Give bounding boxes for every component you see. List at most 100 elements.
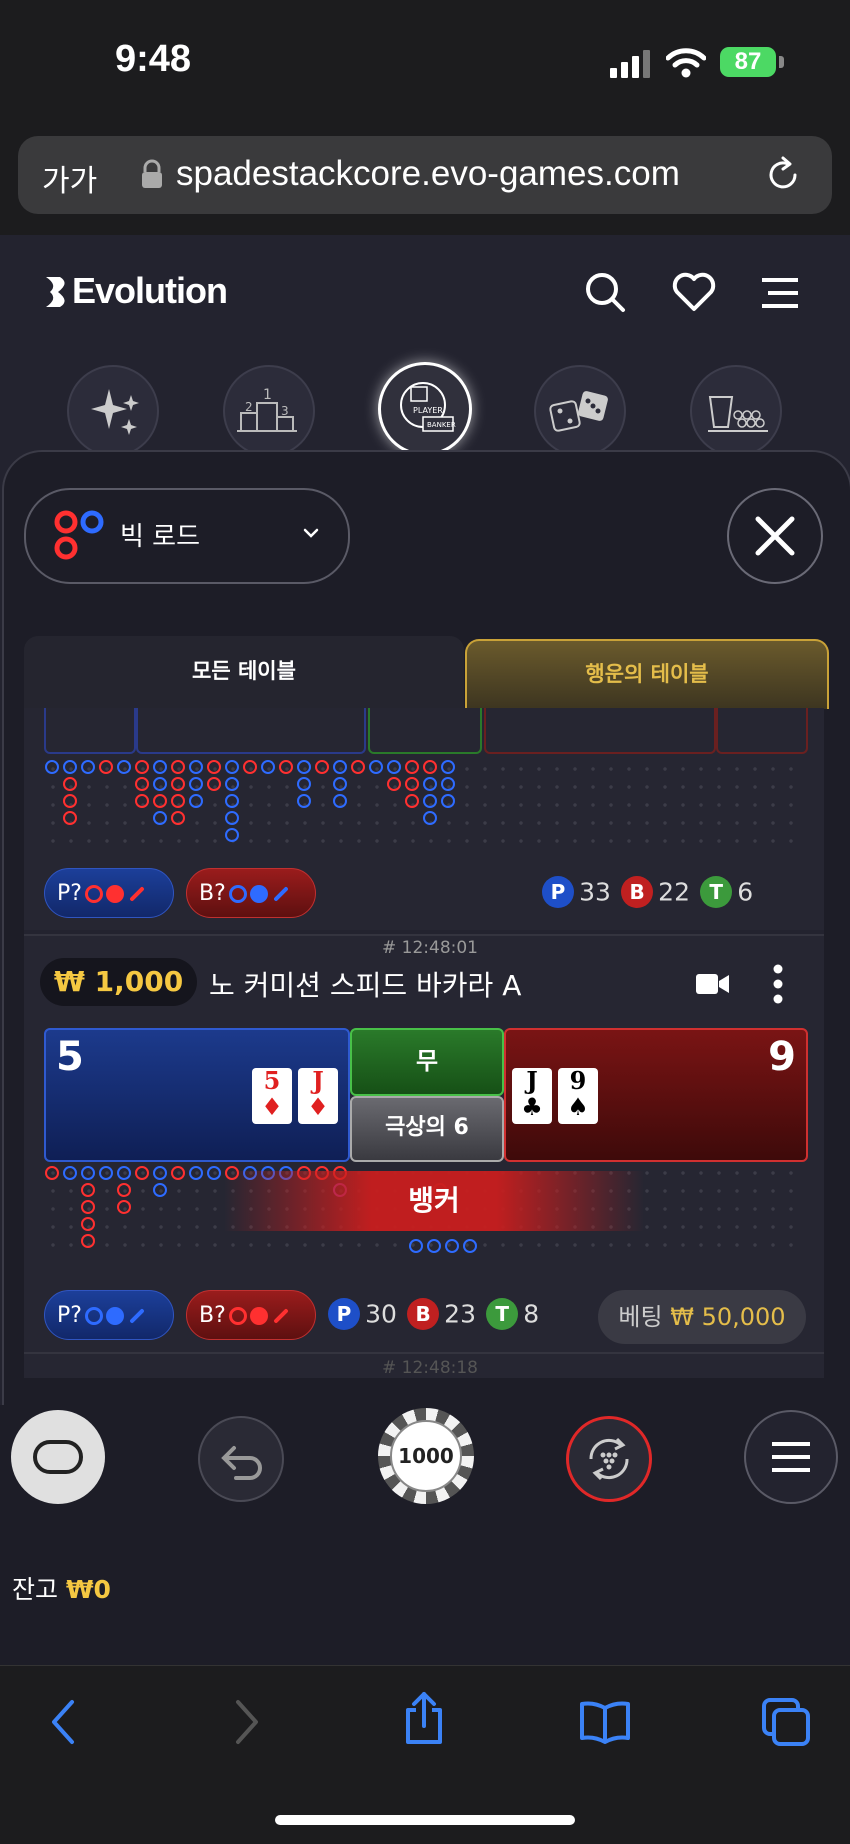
tie-bet-spot[interactable]: 무 bbox=[350, 1028, 504, 1096]
wifi-icon bbox=[665, 47, 707, 79]
svg-text:BANKER: BANKER bbox=[427, 421, 456, 429]
chevron-down-icon bbox=[302, 525, 320, 544]
forward-icon bbox=[232, 1698, 262, 1750]
player-prediction-button[interactable]: P? bbox=[44, 868, 174, 918]
roulette-icon bbox=[708, 396, 768, 432]
category-top-games[interactable]: 12 3 bbox=[223, 365, 315, 457]
playing-card: J ♣ bbox=[512, 1068, 552, 1124]
svg-text:2: 2 bbox=[245, 400, 253, 414]
more-options-icon[interactable] bbox=[772, 964, 784, 1008]
lobby-table-button[interactable] bbox=[11, 1410, 105, 1504]
road-slash-icon bbox=[273, 1308, 289, 1324]
home-indicator bbox=[275, 1815, 575, 1825]
tie-count-badge: T bbox=[486, 1298, 519, 1330]
table-name: 노 커미션 스피드 바카라 A bbox=[209, 969, 522, 1002]
chip-value: 1000 bbox=[390, 1420, 462, 1492]
tabs-icon[interactable] bbox=[760, 1696, 812, 1752]
undo-button[interactable] bbox=[198, 1416, 284, 1502]
table-card[interactable]: P? B? P 33 B 22 T 6 bbox=[24, 708, 824, 930]
playing-card: 9 ♠ bbox=[558, 1068, 598, 1124]
playing-card: J ♦ bbox=[298, 1068, 338, 1124]
url-text[interactable]: spadestackcore.evo-games.com bbox=[176, 154, 680, 194]
playing-card: 5 ♦ bbox=[252, 1068, 292, 1124]
bet-amount: ₩ 50,000 bbox=[670, 1303, 786, 1331]
balance: 잔고 ₩0 bbox=[12, 1570, 111, 1606]
tie-count: 6 bbox=[737, 877, 754, 907]
game-menu-button[interactable] bbox=[744, 1410, 838, 1504]
bet-label: 베팅 bbox=[618, 1303, 663, 1331]
road-dot-icon bbox=[249, 1307, 268, 1325]
player-count: 33 bbox=[579, 877, 611, 907]
tab-all-tables[interactable]: 모든 테이블 bbox=[24, 636, 464, 708]
sparkles-icon bbox=[91, 389, 139, 435]
round-timestamp: # 12:48:01 bbox=[382, 938, 478, 958]
bet-spot-strip bbox=[484, 708, 716, 754]
banker-count: 22 bbox=[658, 877, 690, 907]
video-camera-icon[interactable] bbox=[696, 972, 730, 1000]
road-ring-icon bbox=[228, 1307, 247, 1325]
evolution-logo: Evolution bbox=[72, 270, 228, 311]
rebet-icon bbox=[589, 1437, 629, 1481]
bet-amount-badge[interactable]: 베팅 ₩ 50,000 bbox=[598, 1290, 806, 1344]
banker-bet-spot[interactable]: 9 J ♣ 9 ♠ bbox=[504, 1028, 808, 1162]
big-road-icon bbox=[54, 510, 106, 564]
road-ring-icon bbox=[228, 885, 247, 903]
player-prediction-button[interactable]: P? bbox=[44, 1290, 174, 1340]
road-ring-icon bbox=[84, 1307, 103, 1325]
baccarat-icon: PLAYER BANKER bbox=[400, 382, 456, 432]
back-icon[interactable] bbox=[48, 1698, 78, 1750]
result-stats: P 33 B 22 T 6 bbox=[542, 876, 753, 908]
balance-label: 잔고 bbox=[12, 1575, 59, 1604]
category-baccarat[interactable]: PLAYER BANKER bbox=[378, 362, 472, 456]
bet-spot-strip bbox=[368, 708, 482, 754]
text-size-button[interactable]: 가가 bbox=[42, 156, 97, 200]
undo-icon bbox=[221, 1446, 262, 1480]
big-road-beads bbox=[45, 760, 455, 842]
road-slash-icon bbox=[129, 1308, 145, 1324]
banker-prediction-button[interactable]: B? bbox=[186, 1290, 316, 1340]
battery-tip bbox=[779, 56, 784, 68]
banker-prediction-label: B? bbox=[199, 1303, 226, 1328]
tie-count-badge: T bbox=[700, 876, 733, 908]
favorite-heart-icon[interactable] bbox=[672, 272, 716, 316]
player-score: 5 bbox=[56, 1034, 84, 1080]
bet-spot-strip bbox=[44, 708, 136, 754]
table-card[interactable]: # 12:48:01 ₩ 1,000 노 커미션 스피드 바카라 A 5 5 ♦ … bbox=[24, 934, 824, 1376]
close-icon bbox=[755, 516, 795, 556]
bet-spot-strip bbox=[716, 708, 808, 754]
table-card[interactable]: # 12:48:18 bbox=[24, 1352, 824, 1378]
reload-icon[interactable] bbox=[763, 155, 803, 199]
tie-count: 8 bbox=[523, 1299, 540, 1329]
player-bet-spot[interactable]: 5 5 ♦ J ♦ bbox=[44, 1028, 350, 1162]
category-roulette[interactable] bbox=[690, 365, 782, 457]
banker-count-badge: B bbox=[407, 1298, 440, 1330]
table-icon bbox=[33, 1440, 83, 1474]
svg-text:1: 1 bbox=[263, 387, 272, 403]
tab-lucky-tables[interactable]: 행운의 테이블 bbox=[465, 639, 829, 709]
banker-prediction-label: B? bbox=[199, 881, 226, 906]
close-button[interactable] bbox=[727, 488, 823, 584]
search-icon[interactable] bbox=[583, 270, 627, 318]
chip-selector[interactable]: 1000 bbox=[378, 1408, 474, 1504]
evolution-logo-mark bbox=[44, 275, 70, 313]
menu-lines-icon[interactable] bbox=[760, 276, 800, 314]
banker-score: 9 bbox=[768, 1034, 796, 1080]
podium-icon: 12 3 bbox=[237, 387, 297, 432]
banker-count: 23 bbox=[444, 1299, 476, 1329]
result-stats: P 30 B 23 T 8 bbox=[328, 1298, 539, 1330]
category-dice[interactable] bbox=[534, 365, 626, 457]
auto-rebet-button[interactable] bbox=[566, 1416, 652, 1502]
player-count: 30 bbox=[365, 1299, 397, 1329]
super6-bet-spot[interactable]: 극상의 6 bbox=[350, 1096, 504, 1162]
table-list[interactable]: P? B? P 33 B 22 T 6 # 12:48:01 ₩ 1,000 노… bbox=[24, 708, 824, 1378]
banker-prediction-button[interactable]: B? bbox=[186, 868, 316, 918]
bookmarks-icon[interactable] bbox=[578, 1700, 632, 1748]
bet-spot-strip bbox=[136, 708, 366, 754]
round-timestamp: # 12:48:18 bbox=[382, 1358, 478, 1378]
road-type-label: 빅 로드 bbox=[120, 522, 201, 552]
winner-banner: 뱅커 bbox=[224, 1171, 644, 1231]
signal-icon bbox=[610, 50, 652, 78]
category-featured[interactable] bbox=[67, 365, 159, 457]
share-icon[interactable] bbox=[402, 1690, 446, 1750]
hamburger-icon bbox=[772, 1442, 810, 1472]
